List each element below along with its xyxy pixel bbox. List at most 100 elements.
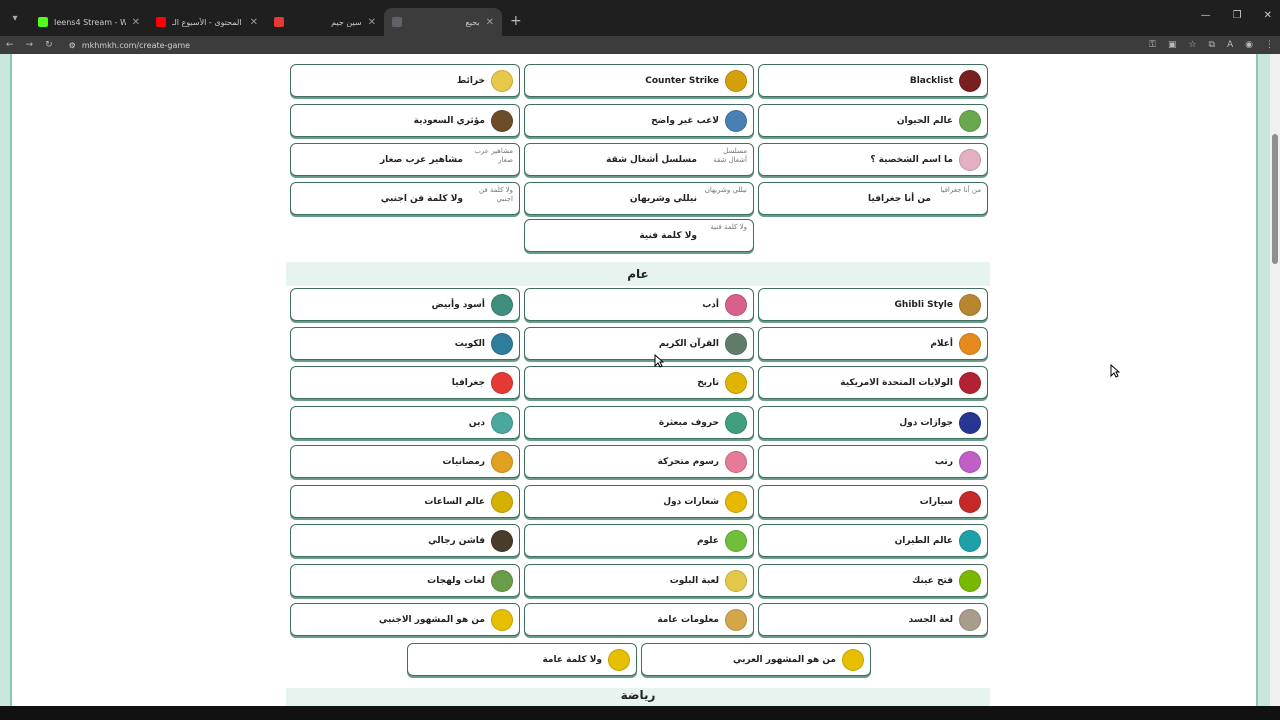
category-card[interactable]: جغرافيا: [290, 366, 520, 399]
category-card[interactable]: رتب: [758, 445, 988, 478]
close-tab-icon[interactable]: ✕: [368, 17, 376, 28]
translate-icon[interactable]: A: [1227, 40, 1233, 50]
category-card[interactable]: مشاهير عرب صغار مشاهير عرب صغار: [290, 143, 520, 176]
category-label: أعلام: [930, 338, 953, 349]
category-card[interactable]: عالم الحيوان: [758, 104, 988, 137]
category-card[interactable]: مسلسل أشغال شقة مسلسل أشغال شقة: [524, 143, 754, 176]
category-card[interactable]: دين: [290, 406, 520, 439]
category-card[interactable]: Ghibli Style: [758, 288, 988, 321]
category-card[interactable]: الولايات المتحدة الامريكية: [758, 366, 988, 399]
category-card[interactable]: رمضانيات: [290, 445, 520, 478]
category-card[interactable]: من أنا جغرافيا من أنا جغرافيا: [758, 182, 988, 215]
tab-title: Ieens4 Stream - Watch Live on: [54, 17, 126, 27]
category-card[interactable]: أعلام: [758, 327, 988, 360]
category-card[interactable]: عالم الطيران: [758, 524, 988, 557]
category-card[interactable]: لغة الجسد: [758, 603, 988, 636]
back-icon[interactable]: ←: [6, 40, 14, 50]
baloot-icon: [725, 569, 747, 592]
category-label: رسوم متحركة: [657, 456, 719, 467]
category-card[interactable]: ما اسم الشخصية ؟: [758, 143, 988, 176]
close-tab-icon[interactable]: ✕: [250, 17, 258, 28]
profile-icon[interactable]: ◉: [1245, 40, 1253, 50]
browser-tab-bar: ▾ Ieens4 Stream - Watch Live on ✕ دوري ص…: [0, 0, 1280, 36]
browser-tab[interactable]: Ieens4 Stream - Watch Live on ✕: [30, 8, 148, 36]
menu-dots-icon[interactable]: ⋮: [1265, 40, 1274, 50]
category-card[interactable]: أسود وأبيض: [290, 288, 520, 321]
close-tab-icon[interactable]: ✕: [486, 17, 494, 28]
category-card[interactable]: الكويت: [290, 327, 520, 360]
languages-icon: [491, 569, 513, 592]
black-white-icon: [491, 293, 513, 316]
category-card[interactable]: مؤثري السعودية: [290, 104, 520, 137]
counter-strike-icon: [725, 69, 747, 92]
tab-title: بحيع: [465, 17, 480, 27]
category-card[interactable]: خرائط: [290, 64, 520, 97]
broken-image-icon: ولا كلمة فن اجنبي: [479, 185, 513, 203]
section-header-sports: رياضة: [286, 688, 990, 706]
site-info-icon[interactable]: ⚙: [69, 41, 76, 50]
category-card[interactable]: لغات ولهجات: [290, 564, 520, 597]
cars-icon: [959, 490, 981, 513]
category-card[interactable]: لعبة البلوت: [524, 564, 754, 597]
extensions-icon[interactable]: ⧉: [1209, 40, 1215, 50]
category-card[interactable]: عالم الساعات: [290, 485, 520, 518]
tab-title: سين جيم: [331, 17, 362, 27]
category-card[interactable]: ولا كلمة عامة: [407, 643, 637, 676]
category-card[interactable]: من هو المشهور الاجنبي: [290, 603, 520, 636]
page-scrollbar[interactable]: [1270, 54, 1280, 706]
broken-image-icon: ولا كلمة فنية: [710, 222, 747, 231]
passport-icon: [959, 411, 981, 434]
category-card[interactable]: شعارات دول: [524, 485, 754, 518]
browser-tab[interactable]: دوري صناع المحتوى - الأسبوع الـ ✕: [148, 8, 266, 36]
category-card[interactable]: تاريخ: [524, 366, 754, 399]
player-icon: [725, 109, 747, 132]
address-bar[interactable]: ⚙ mkhmkh.com/create-game: [64, 37, 1138, 53]
category-card[interactable]: نيللي وشريهان نيللي وشريهان: [524, 182, 754, 215]
new-tab-icon[interactable]: +: [510, 13, 522, 29]
broken-image-icon: مسلسل أشغال شقة: [713, 146, 747, 164]
category-card[interactable]: Blacklist: [758, 64, 988, 97]
usa-flag-icon: [959, 371, 981, 394]
ghibli-icon: [959, 293, 981, 316]
category-card[interactable]: ولا كلمة فن اجنبي ولا كلمة فن اجنبي: [290, 182, 520, 215]
category-card[interactable]: جوازات دول: [758, 406, 988, 439]
category-label: لعبة البلوت: [669, 575, 719, 586]
category-card[interactable]: فتح عينك: [758, 564, 988, 597]
browser-tab[interactable]: سين جيم ✕: [266, 8, 384, 36]
category-label: مؤثري السعودية: [413, 115, 485, 126]
scrollbar-thumb[interactable]: [1272, 134, 1278, 264]
taskbar: [0, 706, 1280, 720]
geography-icon: [491, 371, 513, 394]
category-card[interactable]: أدب: [524, 288, 754, 321]
maximize-icon[interactable]: ❐: [1233, 10, 1242, 21]
category-card[interactable]: معلومات عامة: [524, 603, 754, 636]
category-card[interactable]: لاعب غير واضح: [524, 104, 754, 137]
reload-icon[interactable]: ↻: [45, 40, 53, 50]
forward-icon[interactable]: →: [26, 40, 34, 50]
history-icon: [725, 371, 747, 394]
cast-icon[interactable]: ▣: [1168, 40, 1177, 50]
browser-tab-active[interactable]: بحيع ✕: [384, 8, 502, 36]
password-key-icon[interactable]: ⚿: [1149, 40, 1156, 50]
category-card[interactable]: ولا كلمة فنية ولا كلمة فنية: [524, 219, 754, 252]
category-card[interactable]: فاشن رجالي: [290, 524, 520, 557]
category-card[interactable]: حروف مبعثرة: [524, 406, 754, 439]
bookmark-star-icon[interactable]: ☆: [1188, 40, 1196, 50]
category-card[interactable]: Counter Strike: [524, 64, 754, 97]
category-card[interactable]: سيارات: [758, 485, 988, 518]
close-tab-icon[interactable]: ✕: [132, 17, 140, 28]
close-window-icon[interactable]: ✕: [1264, 10, 1272, 21]
category-label: من هو المشهور العربي: [732, 654, 836, 665]
category-card[interactable]: رسوم متحركة: [524, 445, 754, 478]
site-favicon-icon: [274, 17, 284, 27]
category-card[interactable]: من هو المشهور العربي: [641, 643, 871, 676]
category-label: عالم الحيوان: [896, 115, 953, 126]
minimize-icon[interactable]: —: [1201, 10, 1211, 21]
aviation-icon: [959, 529, 981, 552]
category-card[interactable]: القرآن الكريم: [524, 327, 754, 360]
category-label: لاعب غير واضح: [651, 115, 719, 126]
category-card[interactable]: علوم: [524, 524, 754, 557]
category-label: القرآن الكريم: [658, 338, 719, 349]
flags-icon: [959, 332, 981, 355]
tab-search-icon[interactable]: ▾: [4, 7, 26, 29]
